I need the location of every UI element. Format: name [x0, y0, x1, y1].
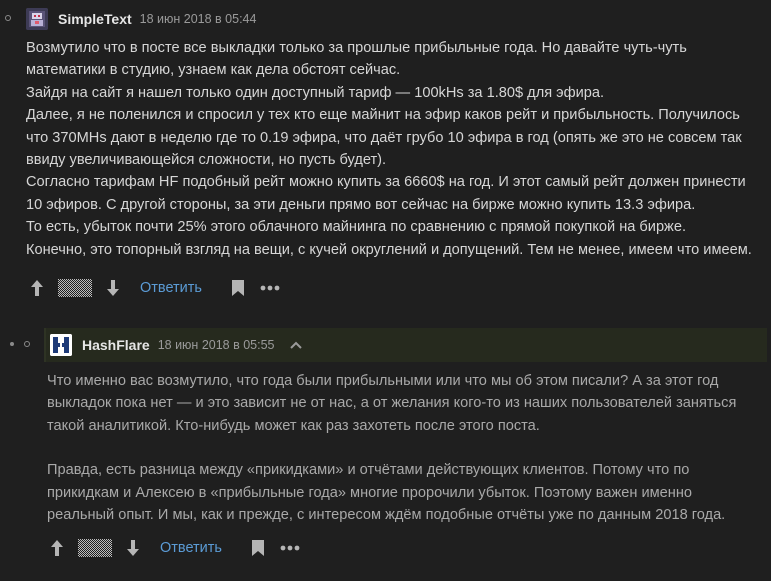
- comment-hashflare: HashFlare 18 июн 2018 в 05:55 Что именно…: [0, 312, 771, 581]
- parent-comment-arrow-icon[interactable]: [289, 338, 303, 352]
- arrow-down-icon[interactable]: [106, 279, 120, 297]
- comment-text-line: такой аналитикой. Кто-нибудь может как р…: [47, 417, 540, 434]
- comment-text-line: Согласно тарифам HF подобный рейт можно …: [26, 174, 746, 191]
- arrow-down-icon[interactable]: [126, 539, 140, 557]
- comment-timestamp[interactable]: 18 июн 2018 в 05:44: [140, 12, 257, 26]
- comment-header: SimpleText 18 июн 2018 в 05:44: [26, 3, 256, 35]
- thread-marker: [10, 342, 14, 346]
- comment-body: Возмутило что в посте все выкладки тольк…: [26, 37, 771, 261]
- comment-body: Что именно вас возмутило, что года были …: [47, 370, 769, 526]
- comment-text-line: Возмутило что в посте все выкладки тольк…: [26, 40, 687, 56]
- bookmark-icon[interactable]: [251, 540, 264, 556]
- comment-simpletext: SimpleText 18 июн 2018 в 05:44 Возмутило…: [0, 0, 771, 312]
- arrow-up-icon[interactable]: [50, 539, 64, 557]
- username[interactable]: SimpleText: [58, 11, 132, 27]
- comment-text-line: реальный опыт. И мы, как и прежде, с инт…: [47, 507, 726, 524]
- comment-text-line: что 370MHs дают в неделю где то 0.19 эфи…: [26, 129, 742, 146]
- comment-header: HashFlare 18 июн 2018 в 05:55: [44, 328, 767, 362]
- username[interactable]: HashFlare: [82, 337, 150, 353]
- hashflare-logo-avatar-icon: [50, 334, 72, 356]
- more-dots-icon[interactable]: [280, 545, 300, 551]
- comment-text-line: То есть, убыток почти 25% этого облачног…: [26, 219, 686, 236]
- user-avatar[interactable]: [50, 334, 72, 356]
- arrow-up-icon[interactable]: [30, 279, 44, 297]
- comment-actions: Ответить: [30, 276, 280, 300]
- comment-actions: Ответить: [50, 536, 300, 560]
- bookmark-icon[interactable]: [231, 280, 244, 296]
- comment-text-line: Зайдя на сайт я нашел только один доступ…: [26, 84, 605, 101]
- comment-text-line: выкладок пока нет — и это зависит не от …: [47, 395, 737, 412]
- hidden-rating-pattern: [78, 539, 112, 557]
- comment-text-line: Конечно, это топорный взгляд на вещи, с …: [26, 241, 752, 258]
- comment-text-line: ввиду увеличивающейся сложности, но пуст…: [26, 152, 387, 169]
- thread-marker: [5, 15, 11, 21]
- comment-timestamp[interactable]: 18 июн 2018 в 05:55: [158, 338, 275, 352]
- reply-button[interactable]: Ответить: [140, 280, 202, 296]
- user-avatar[interactable]: [26, 8, 48, 30]
- simpletext-avatar-icon: [26, 8, 48, 30]
- comment-text-line: математики в студию, узнаем как дела обс…: [26, 62, 401, 79]
- comment-text-line: Что именно вас возмутило, что года были …: [47, 373, 719, 389]
- thread-marker: [24, 341, 30, 347]
- hidden-rating-pattern: [58, 279, 92, 297]
- more-dots-icon[interactable]: [260, 285, 280, 291]
- comment-text-line: 10 эфиров. С другой стороны, за эти день…: [26, 196, 696, 213]
- comment-text-line: Далее, я не поленился и спросил у тех кт…: [26, 107, 740, 124]
- comment-text-line: Правда, есть разница между «прикидками» …: [47, 462, 690, 479]
- reply-button[interactable]: Ответить: [160, 540, 222, 556]
- comment-text-line: прикидкам и Алексею в «прибыльные года» …: [47, 484, 693, 501]
